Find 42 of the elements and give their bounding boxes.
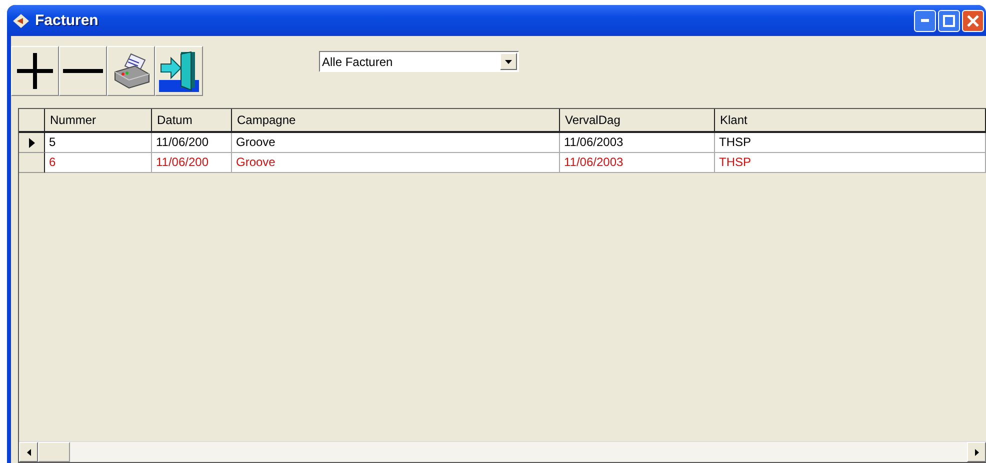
print-button[interactable] [107, 46, 155, 96]
table-cell: 11/06/2003 [560, 153, 715, 173]
maximize-icon [943, 14, 955, 26]
table-cell: 5 [45, 133, 152, 153]
scroll-right-button[interactable] [967, 442, 986, 462]
filter-dropdown[interactable]: Alle Facturen [319, 51, 519, 72]
minimize-button[interactable] [914, 10, 936, 32]
add-button[interactable] [11, 46, 59, 96]
table-cell: Groove [232, 153, 560, 173]
table-cell: 11/06/200 [152, 133, 232, 153]
column-header[interactable]: Nummer [45, 109, 152, 133]
minimize-icon [921, 19, 929, 22]
row-indicator[interactable] [19, 153, 45, 173]
column-header[interactable]: VervalDag [560, 109, 715, 133]
table-cell: 11/06/200 [152, 153, 232, 173]
column-header[interactable]: Campagne [232, 109, 560, 133]
close-button[interactable] [962, 10, 984, 32]
table-cell: THSP [715, 133, 986, 153]
app-icon [13, 14, 29, 28]
scroll-left-button[interactable] [19, 442, 38, 462]
close-icon [967, 14, 979, 26]
table-cell: Groove [232, 133, 560, 153]
window-title: Facturen [35, 12, 98, 29]
current-row-icon [28, 138, 34, 148]
arrow-right-icon [974, 448, 978, 456]
maximize-button[interactable] [938, 10, 960, 32]
column-header[interactable]: Datum [152, 109, 232, 133]
table-cell: 6 [45, 153, 152, 173]
table-cell: 11/06/2003 [560, 133, 715, 153]
horizontal-scrollbar[interactable] [19, 441, 986, 462]
caret-down-icon [505, 60, 512, 64]
plus-icon [15, 51, 55, 91]
exit-button[interactable] [155, 46, 203, 96]
row-indicator[interactable] [19, 133, 45, 153]
dropdown-button[interactable] [500, 53, 517, 70]
arrow-left-icon [26, 448, 30, 456]
column-header[interactable]: Klant [715, 109, 986, 133]
scroll-thumb[interactable] [38, 442, 70, 462]
table-cell: THSP [715, 153, 986, 173]
door-exit-icon [159, 50, 199, 92]
remove-button[interactable] [59, 46, 107, 96]
minus-icon [63, 68, 103, 74]
